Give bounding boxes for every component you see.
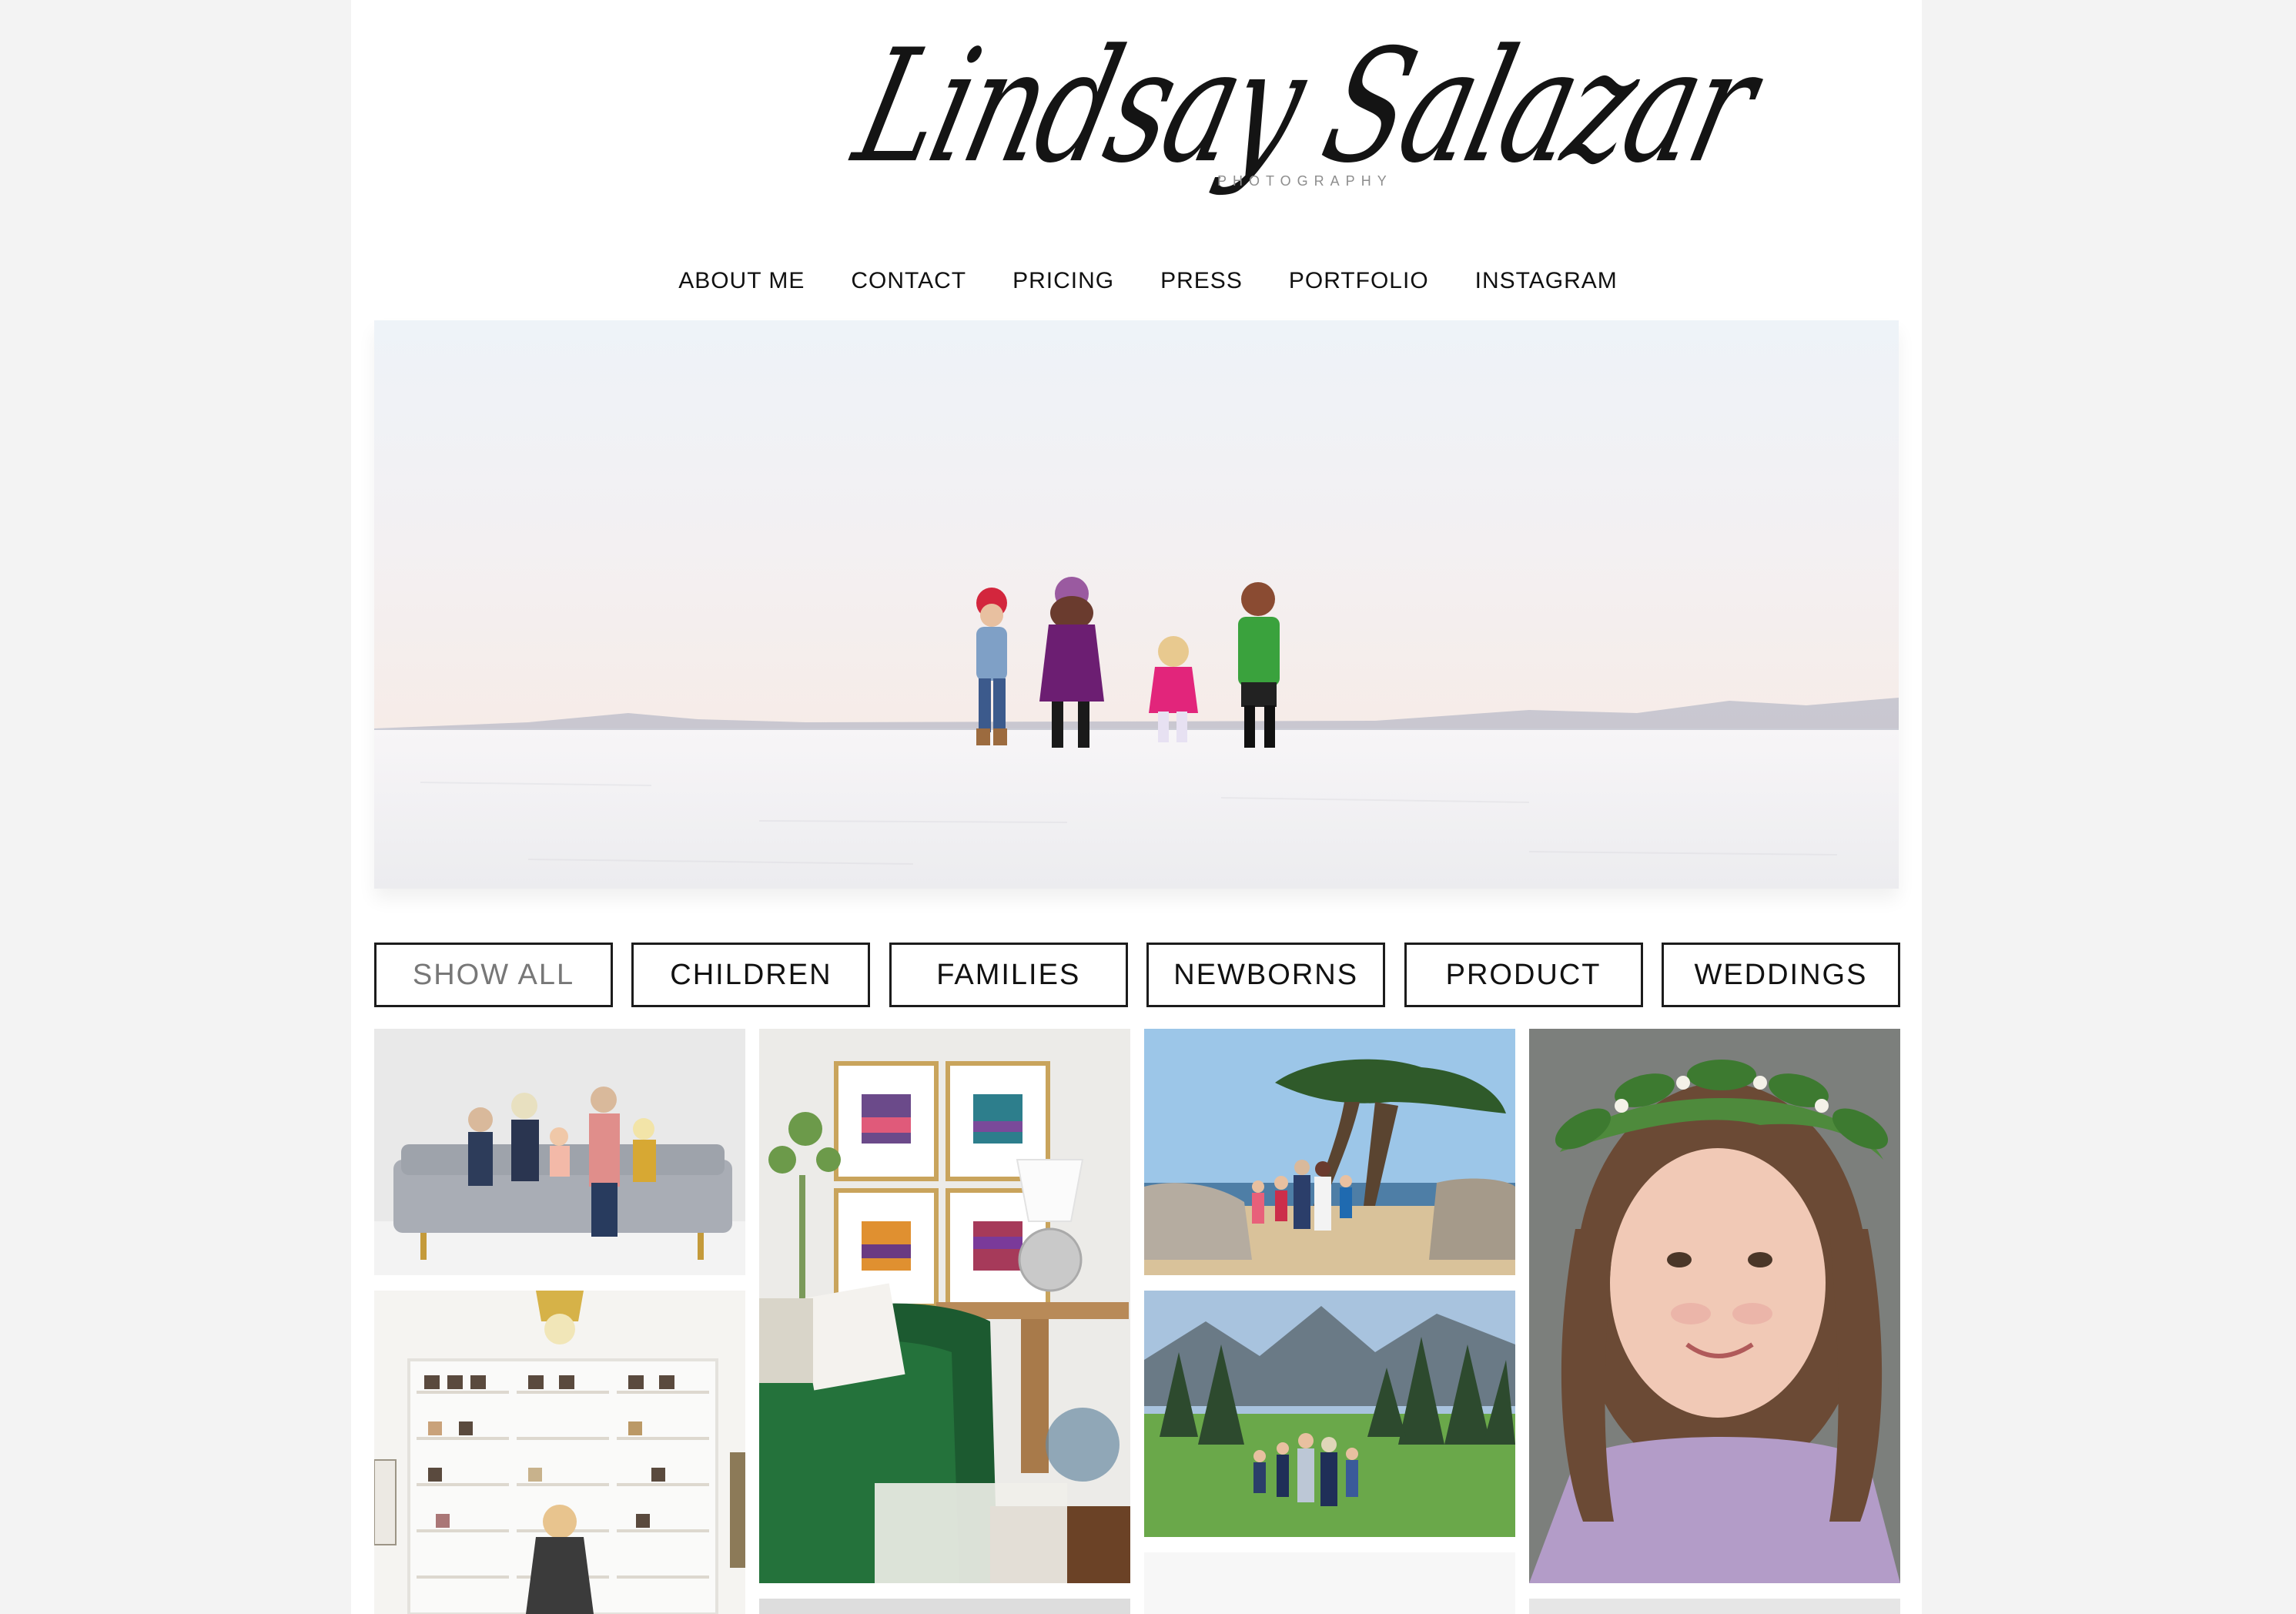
- nav-portfolio[interactable]: PORTFOLIO: [1289, 268, 1429, 294]
- filter-show-all-button[interactable]: SHOW ALL: [374, 943, 613, 1007]
- family-in-mountain-meadow-photo: [1144, 1291, 1515, 1537]
- logo-subtitle: PHOTOGRAPHY: [1217, 173, 1393, 189]
- gallery-image-partial-col3[interactable]: [1144, 1552, 1515, 1614]
- nav-instagram[interactable]: INSTAGRAM: [1475, 268, 1618, 294]
- closet-shoe-shelves-photo: [374, 1291, 745, 1614]
- living-room-green-sofa-photo: [759, 1029, 1130, 1583]
- main-navigation: ABOUT ME CONTACT PRICING PRESS PORTFOLIO…: [351, 262, 1922, 300]
- filter-product-button[interactable]: PRODUCT: [1404, 943, 1643, 1007]
- nav-pricing[interactable]: PRICING: [1012, 268, 1114, 294]
- portfolio-filters: SHOW ALL CHILDREN FAMILIES NEWBORNS PROD…: [374, 943, 1900, 1007]
- site-logo[interactable]: Lindsay Salazar PHOTOGRAPHY: [840, 14, 1769, 245]
- gallery-image-family-mountains[interactable]: [1144, 1291, 1515, 1537]
- filter-families-button[interactable]: FAMILIES: [889, 943, 1128, 1007]
- logo-script-text: Lindsay Salazar: [840, 16, 1770, 198]
- hero-photo-children-salt-flats: [374, 320, 1899, 889]
- nav-press[interactable]: PRESS: [1160, 268, 1243, 294]
- family-on-sofa-photo: [374, 1029, 745, 1275]
- nav-about-me[interactable]: ABOUT ME: [678, 268, 805, 294]
- filter-weddings-button[interactable]: WEDDINGS: [1661, 943, 1900, 1007]
- nav-contact[interactable]: CONTACT: [851, 268, 966, 294]
- partial-photo: [759, 1599, 1130, 1614]
- gallery-image-living-room[interactable]: [759, 1029, 1130, 1583]
- partial-photo: [1529, 1599, 1900, 1614]
- gallery-image-family-coast[interactable]: [1144, 1029, 1515, 1275]
- hero-image: [374, 320, 1899, 889]
- girl-with-flower-crown-photo: [1529, 1029, 1900, 1583]
- gallery-image-flower-crown-girl[interactable]: [1529, 1029, 1900, 1583]
- filter-children-button[interactable]: CHILDREN: [631, 943, 871, 1007]
- gallery-image-closet-interior[interactable]: [374, 1291, 745, 1614]
- partial-photo: [1144, 1552, 1515, 1614]
- family-by-coastal-tree-photo: [1144, 1029, 1515, 1275]
- gallery-image-partial-col2[interactable]: [759, 1599, 1130, 1614]
- gallery-image-partial-col4[interactable]: [1529, 1599, 1900, 1614]
- filter-newborns-button[interactable]: NEWBORNS: [1146, 943, 1386, 1007]
- gallery-image-family-sofa[interactable]: [374, 1029, 745, 1275]
- page-container: Lindsay Salazar PHOTOGRAPHY ABOUT ME CON…: [351, 0, 1922, 1614]
